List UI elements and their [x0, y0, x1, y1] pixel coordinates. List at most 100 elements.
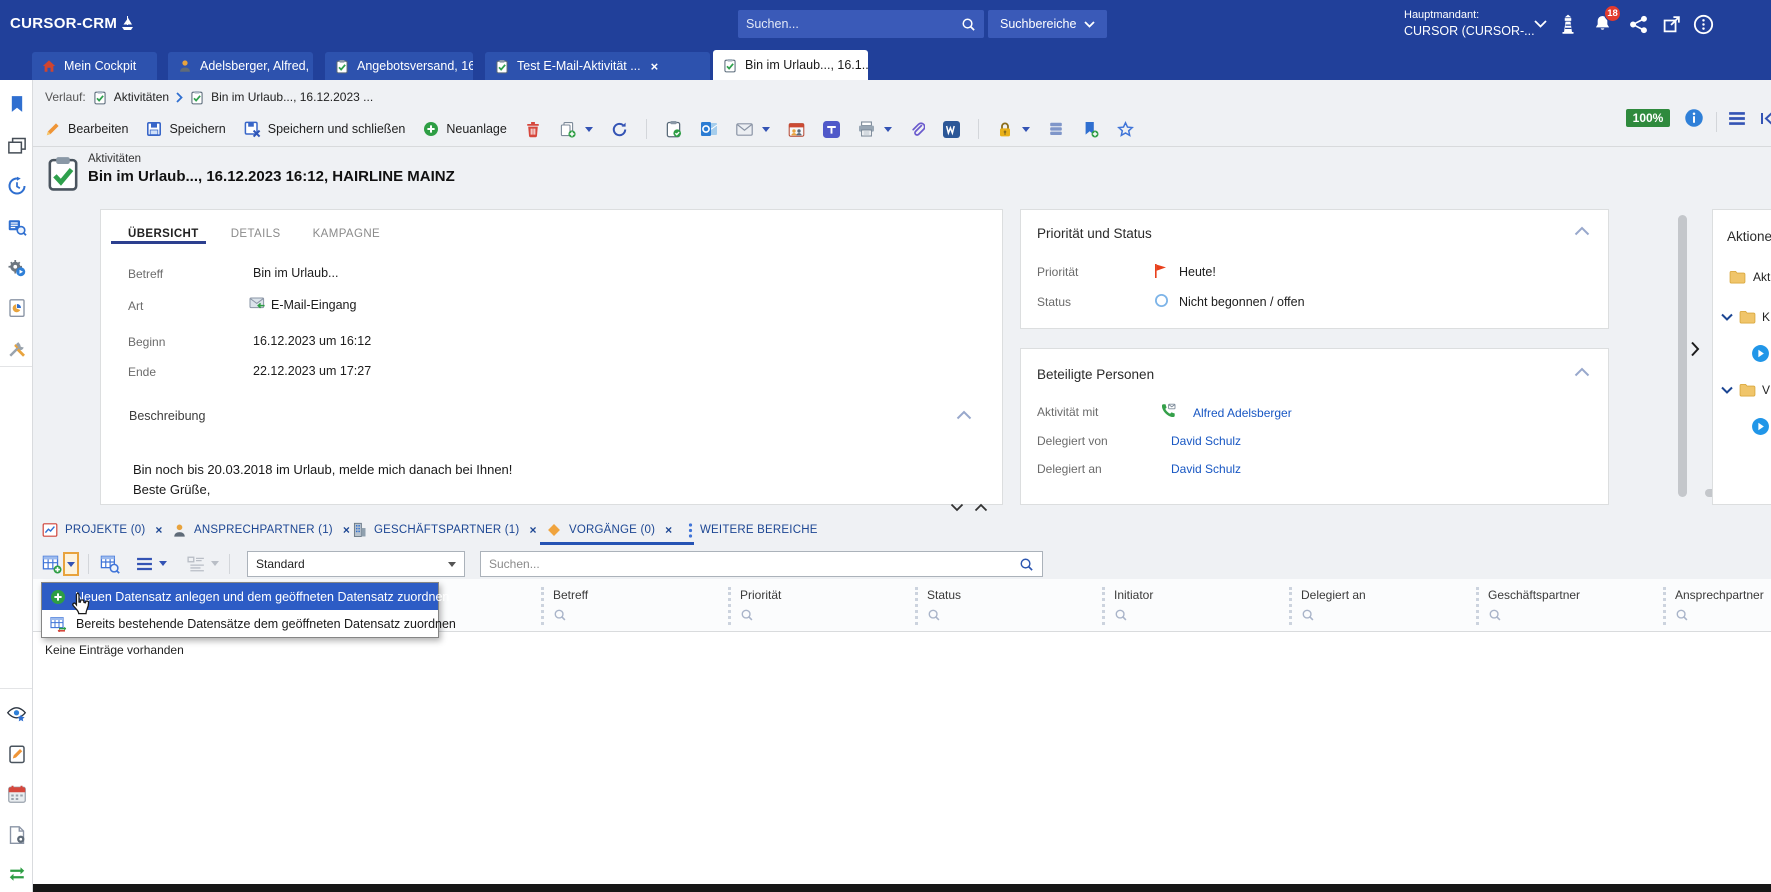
close-icon[interactable]: ×: [529, 523, 536, 537]
document-settings-icon[interactable]: [5, 823, 28, 846]
paperclip-icon[interactable]: [910, 121, 925, 138]
favorite-star-icon[interactable]: [1117, 121, 1134, 138]
column-drag-handle[interactable]: [915, 587, 918, 625]
chevron-down-icon[interactable]: [159, 561, 167, 566]
status-value[interactable]: Nicht begonnen / offen: [1179, 295, 1305, 309]
lighthouse-icon[interactable]: [1556, 12, 1580, 36]
sync-arrows-icon[interactable]: [5, 862, 28, 885]
column-filter-icon[interactable]: [1114, 608, 1128, 622]
grid-search[interactable]: [480, 551, 1043, 577]
teams-icon[interactable]: [823, 121, 840, 138]
tab-uebersicht[interactable]: ÜBERSICHT: [128, 228, 199, 240]
calendar-icon[interactable]: [5, 782, 28, 805]
actions-group-item[interactable]: V: [1721, 383, 1770, 397]
breadcrumb-item[interactable]: Aktivitäten: [114, 90, 169, 104]
group-list-icon[interactable]: [185, 553, 207, 575]
notes-clipboard-pencil-icon[interactable]: [5, 742, 28, 765]
chevron-down-icon[interactable]: [762, 127, 770, 132]
chevron-down-icon[interactable]: [1022, 127, 1030, 132]
close-icon[interactable]: ×: [665, 523, 672, 537]
collapse-section-icon[interactable]: [956, 410, 972, 420]
view-menu-icon[interactable]: [133, 553, 155, 575]
person-link[interactable]: David Schulz: [1171, 462, 1241, 476]
column-drag-handle[interactable]: [1476, 587, 1479, 625]
global-search-input[interactable]: [746, 17, 961, 31]
related-tab-weitere-bereiche[interactable]: WEITERE BEREICHE: [688, 515, 818, 545]
column-header[interactable]: Betreff: [541, 585, 588, 627]
watchlist-eye-star-icon[interactable]: [5, 702, 28, 725]
close-icon[interactable]: ×: [155, 523, 162, 537]
run-action-play-icon[interactable]: [1751, 344, 1770, 363]
run-action-play-icon[interactable]: [1751, 417, 1770, 436]
grid-search-input[interactable]: [489, 557, 1019, 571]
column-header[interactable]: Ansprechpartner: [1663, 585, 1764, 627]
menu-item-new-record[interactable]: Neuen Datensatz anlegen und dem geöffnet…: [42, 583, 438, 610]
report-icon[interactable]: [5, 296, 28, 319]
collapse-down-chevron-icon[interactable]: [950, 503, 964, 512]
word-icon[interactable]: [943, 121, 960, 138]
tab-kampagne[interactable]: KAMPAGNE: [313, 228, 381, 240]
bookmark-icon[interactable]: [5, 92, 28, 115]
print-button[interactable]: [858, 121, 892, 137]
search-icon[interactable]: [1019, 557, 1034, 572]
field-value-art[interactable]: E-Mail-Eingang: [271, 298, 356, 312]
person-link[interactable]: David Schulz: [1171, 434, 1241, 448]
breadcrumb-item-current[interactable]: Bin im Urlaub..., 16.12.2023 ...: [211, 90, 373, 104]
column-header[interactable]: Geschäftspartner: [1476, 585, 1580, 627]
history-icon[interactable]: [5, 174, 28, 197]
refresh-icon[interactable]: [611, 121, 628, 138]
column-drag-handle[interactable]: [1663, 587, 1666, 625]
tab-angebotsversand[interactable]: Angebotsversand, 16... ×: [325, 52, 473, 80]
edit-button[interactable]: Bearbeiten: [45, 121, 128, 137]
column-drag-handle[interactable]: [1102, 587, 1105, 625]
vertical-scrollbar[interactable]: [1678, 215, 1687, 497]
process-gear-play-icon[interactable]: [5, 256, 28, 279]
search-scopes-button[interactable]: Suchbereiche: [988, 10, 1107, 38]
column-filter-icon[interactable]: [553, 608, 567, 622]
column-filter-icon[interactable]: [1488, 608, 1502, 622]
column-header[interactable]: Status: [915, 585, 961, 627]
tab-details[interactable]: DETAILS: [231, 228, 281, 240]
tab-test-email-aktivitaet[interactable]: Test E-Mail-Aktivität ... ×: [485, 52, 710, 80]
add-record-dropdown-button[interactable]: [63, 552, 79, 576]
tenant-selector[interactable]: Hauptmandant: CURSOR (CURSOR-...: [1404, 7, 1535, 39]
more-info-icon[interactable]: [1691, 12, 1715, 36]
share-icon[interactable]: [1626, 12, 1650, 36]
global-search[interactable]: [738, 10, 984, 38]
column-drag-handle[interactable]: [728, 587, 731, 625]
column-drag-handle[interactable]: [541, 587, 544, 625]
field-value-ende[interactable]: 22.12.2023 um 17:27: [253, 364, 371, 378]
delete-trash-icon[interactable]: [525, 121, 541, 138]
info-icon[interactable]: [1684, 108, 1704, 128]
new-record-button[interactable]: Neuanlage: [423, 121, 506, 137]
priority-value[interactable]: Heute!: [1179, 265, 1216, 279]
database-stack-icon[interactable]: [1048, 121, 1064, 137]
related-tab-geschaeftspartner[interactable]: GESCHÄFTSPARTNER (1) ×: [352, 515, 537, 545]
tools-icon[interactable]: [5, 337, 28, 360]
column-filter-icon[interactable]: [740, 608, 754, 622]
person-link[interactable]: Alfred Adelsberger: [1193, 406, 1292, 420]
first-page-icon[interactable]: [1760, 111, 1771, 126]
column-header[interactable]: Delegiert an: [1289, 585, 1366, 627]
actions-group-item[interactable]: K: [1721, 310, 1770, 324]
search-list-icon[interactable]: [5, 215, 28, 238]
column-filter-icon[interactable]: [927, 608, 941, 622]
view-selector-combobox[interactable]: Standard: [247, 551, 465, 577]
add-record-table-icon[interactable]: [41, 553, 63, 575]
chevron-down-icon[interactable]: [884, 127, 892, 132]
activity-check-toolbar-icon[interactable]: [665, 120, 682, 138]
column-drag-handle[interactable]: [1289, 587, 1292, 625]
column-filter-icon[interactable]: [1301, 608, 1315, 622]
chevron-down-icon[interactable]: [585, 127, 593, 132]
actions-folder-item[interactable]: Aktiv: [1729, 270, 1771, 284]
outlook-icon[interactable]: [700, 121, 718, 137]
tab-mein-cockpit[interactable]: Mein Cockpit: [32, 52, 157, 80]
copy-record-button[interactable]: [559, 121, 593, 138]
menu-item-assign-existing[interactable]: Bereits bestehende Datensätze dem geöffn…: [42, 610, 438, 637]
bookmark-add-icon[interactable]: [1082, 121, 1099, 138]
close-icon[interactable]: ×: [651, 60, 659, 73]
collapse-up-chevron-icon[interactable]: [974, 503, 988, 512]
save-button[interactable]: Speichern: [146, 121, 225, 137]
related-tab-ansprechpartner[interactable]: ANSPRECHPARTNER (1) ×: [172, 515, 350, 545]
open-external-icon[interactable]: [1659, 12, 1683, 36]
